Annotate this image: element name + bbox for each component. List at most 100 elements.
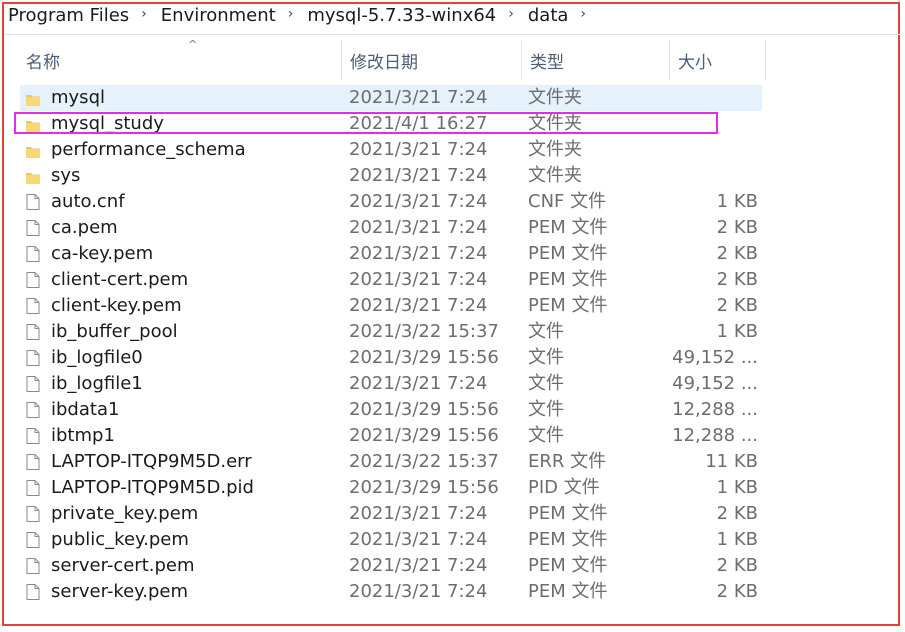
file-date: 2021/4/1 16:27 (349, 113, 488, 134)
file-size: 1 KB (716, 321, 758, 342)
file-date: 2021/3/22 15:37 (349, 451, 499, 472)
file-row[interactable]: ib_logfile1 2021/3/21 7:24 文件 49,152 ... (20, 371, 762, 397)
breadcrumb-environment[interactable]: Environment (161, 5, 276, 26)
file-row[interactable]: ibdata1 2021/3/29 15:56 文件 12,288 ... (20, 397, 762, 423)
file-icon (26, 402, 40, 418)
file-name: LAPTOP-ITQP9M5D.pid (51, 477, 254, 498)
folder-icon (26, 117, 40, 132)
folder-icon (26, 143, 40, 158)
file-date: 2021/3/21 7:24 (349, 191, 488, 212)
file-date: 2021/3/21 7:24 (349, 503, 488, 524)
file-row[interactable]: ib_logfile0 2021/3/29 15:56 文件 49,152 ... (20, 345, 762, 371)
file-row[interactable]: LAPTOP-ITQP9M5D.pid 2021/3/29 15:56 PID 文件… (20, 475, 762, 501)
file-size (660, 85, 758, 111)
address-bar-divider (4, 34, 901, 35)
column-header-date[interactable]: 修改日期 (342, 40, 522, 80)
file-row[interactable]: client-cert.pem 2021/3/21 7:24 PEM 文件 2 KB (20, 267, 762, 293)
file-row[interactable]: ibtmp1 2021/3/29 15:56 文件 12,288 ... (20, 423, 762, 449)
file-name: LAPTOP-ITQP9M5D.err (51, 451, 252, 472)
file-type: ERR 文件 (528, 451, 607, 472)
file-name: ib_buffer_pool (51, 321, 178, 342)
file-row[interactable]: server-key.pem 2021/3/21 7:24 PEM 文件 2 KB (20, 579, 762, 605)
file-type: 文件 (528, 373, 564, 394)
file-date: 2021/3/21 7:24 (349, 295, 488, 316)
file-row[interactable]: server-cert.pem 2021/3/21 7:24 PEM 文件 2 KB (20, 553, 762, 579)
file-type: 文件 (528, 425, 564, 446)
file-icon (26, 272, 40, 288)
file-date: 2021/3/29 15:56 (349, 347, 499, 368)
file-size: 2 KB (716, 269, 758, 290)
file-date: 2021/3/21 7:24 (349, 217, 488, 238)
file-type: 文件 (528, 347, 564, 368)
file-date: 2021/3/29 15:56 (349, 425, 499, 446)
file-row[interactable]: private_key.pem 2021/3/21 7:24 PEM 文件 2 KB (20, 501, 762, 527)
column-header-type-label: 类型 (530, 52, 564, 73)
file-row[interactable]: performance_schema 2021/3/21 7:24 文件夹 (20, 137, 762, 163)
file-type: PEM 文件 (528, 269, 608, 290)
file-icon (26, 376, 40, 392)
breadcrumb-data[interactable]: data (528, 5, 569, 26)
column-header-size[interactable]: 大小 (670, 40, 766, 80)
file-icon (26, 220, 40, 236)
file-type: PEM 文件 (528, 555, 608, 576)
file-row[interactable]: sys 2021/3/21 7:24 文件夹 (20, 163, 762, 189)
file-icon (26, 558, 40, 574)
file-name: client-cert.pem (51, 269, 189, 290)
file-date: 2021/3/21 7:24 (349, 529, 488, 550)
file-type: PEM 文件 (528, 295, 608, 316)
file-type: PEM 文件 (528, 217, 608, 238)
breadcrumb-mysql-folder[interactable]: mysql-5.7.33-winx64 (307, 5, 496, 26)
file-name: ib_logfile0 (51, 347, 143, 368)
file-row[interactable]: mysql 2021/3/21 7:24 文件夹 (20, 85, 762, 111)
file-row[interactable]: LAPTOP-ITQP9M5D.err 2021/3/22 15:37 ERR 文件… (20, 449, 762, 475)
file-type: PEM 文件 (528, 529, 608, 550)
file-size (660, 163, 758, 189)
file-row[interactable]: ca-key.pem 2021/3/21 7:24 PEM 文件 2 KB (20, 241, 762, 267)
chevron-right-icon[interactable]: › (508, 6, 514, 22)
file-name: server-key.pem (51, 581, 189, 602)
file-type: 文件夹 (528, 165, 582, 186)
file-type: 文件 (528, 321, 564, 342)
file-size (660, 137, 758, 163)
file-name: ib_logfile1 (51, 373, 143, 394)
file-name: private_key.pem (51, 503, 199, 524)
file-size: 49,152 ... (672, 373, 758, 394)
file-date: 2021/3/22 15:37 (349, 321, 499, 342)
file-type: PEM 文件 (528, 503, 608, 524)
file-row[interactable]: public_key.pem 2021/3/21 7:24 PEM 文件 1 KB (20, 527, 762, 553)
file-size: 2 KB (716, 295, 758, 316)
file-size: 2 KB (716, 581, 758, 602)
breadcrumb-program-files[interactable]: Program Files (8, 5, 129, 26)
file-icon (26, 324, 40, 340)
file-type: 文件夹 (528, 139, 582, 160)
file-row[interactable]: ca.pem 2021/3/21 7:24 PEM 文件 2 KB (20, 215, 762, 241)
file-date: 2021/3/21 7:24 (349, 139, 488, 160)
chevron-right-icon[interactable]: › (141, 6, 147, 22)
file-name: performance_schema (51, 139, 246, 160)
file-icon (26, 506, 40, 522)
file-icon (26, 532, 40, 548)
file-date: 2021/3/21 7:24 (349, 87, 488, 108)
file-size: 12,288 ... (672, 425, 758, 446)
file-date: 2021/3/21 7:24 (349, 243, 488, 264)
file-size: 1 KB (716, 529, 758, 550)
file-type: PEM 文件 (528, 243, 608, 264)
column-header-type[interactable]: 类型 (522, 40, 670, 80)
file-size: 49,152 ... (672, 347, 758, 368)
chevron-right-icon[interactable]: › (580, 6, 586, 22)
column-header-name[interactable]: 名称 ^ (18, 38, 342, 80)
file-name: ca.pem (51, 217, 118, 238)
chevron-right-icon[interactable]: › (288, 6, 294, 22)
file-row[interactable]: ib_buffer_pool 2021/3/22 15:37 文件 1 KB (20, 319, 762, 345)
file-name: server-cert.pem (51, 555, 195, 576)
file-size: 12,288 ... (672, 399, 758, 420)
file-icon (26, 584, 40, 600)
file-type: 文件夹 (528, 87, 582, 108)
file-row[interactable]: mysql_study 2021/4/1 16:27 文件夹 (20, 111, 762, 137)
file-date: 2021/3/21 7:24 (349, 165, 488, 186)
file-size: 1 KB (716, 477, 758, 498)
file-row[interactable]: auto.cnf 2021/3/21 7:24 CNF 文件 1 KB (20, 189, 762, 215)
file-size: 2 KB (716, 243, 758, 264)
file-row[interactable]: client-key.pem 2021/3/21 7:24 PEM 文件 2 KB (20, 293, 762, 319)
breadcrumb[interactable]: Program Files › Environment › mysql-5.7.… (8, 0, 905, 30)
